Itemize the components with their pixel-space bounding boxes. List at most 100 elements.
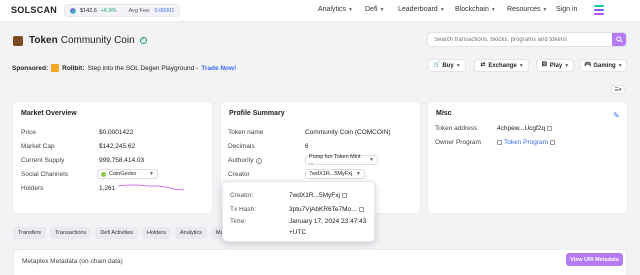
sponsor-brand: Rollbit:: [62, 64, 85, 72]
menu-bar: [594, 9, 604, 11]
decimals-value: 6: [305, 143, 309, 150]
holders-sparkline: [118, 184, 184, 191]
metaplex-metadata-card: Metaplex Metadata (on-chain data) View U…: [13, 249, 627, 275]
chevron-down-icon: ▼: [379, 6, 385, 13]
misc-card: Misc ✎ Token address 4chpew...Ucgf2q Own…: [427, 101, 628, 214]
creator-select[interactable]: 7wdX1R...5MyFxj ▼: [305, 169, 365, 179]
layout-toggle-icon[interactable]: ☰▾: [611, 85, 625, 94]
sol-price: $142.6: [80, 7, 97, 14]
chevron-down-icon: ▼: [348, 6, 353, 13]
card-title: Market Overview: [21, 110, 77, 117]
market-overview-card: Market Overview Price $0.0001422 Market …: [12, 101, 213, 214]
tab-transfers[interactable]: Transfers: [13, 227, 47, 239]
price-label: Price: [21, 129, 36, 136]
nav-label: Resources: [507, 6, 541, 13]
sol-price-pill: $142.6 +6.9% Avg Fee: 0.00001: [64, 4, 181, 17]
social-value: CoinGecko: [109, 171, 137, 177]
token-address-label: Token address: [435, 125, 478, 132]
search-input[interactable]: [434, 36, 626, 43]
nav-analytics[interactable]: Analytics ▼: [318, 6, 353, 13]
authority-label: Authority i: [228, 157, 262, 164]
copy-icon[interactable]: [358, 206, 364, 212]
nav-blockchain[interactable]: Blockchain ▼: [455, 6, 496, 13]
view-uri-metadata-button[interactable]: View URI Metadata: [566, 253, 623, 266]
coingecko-icon: [101, 171, 106, 177]
avg-fee-label: Avg Fee:: [128, 7, 151, 14]
gamepad-icon: 🎮: [584, 62, 592, 68]
tab-transactions[interactable]: Transactions: [50, 227, 92, 239]
authority-value: Pump fun Token Mint ...: [309, 154, 361, 166]
sponsored-banner: Sponsored: Rollbit: Step into the SOL De…: [12, 64, 236, 72]
nav-defi[interactable]: Defi ▼: [365, 6, 384, 13]
nav-label: Analytics: [318, 6, 347, 13]
buy-button[interactable]: 🛒 Buy ▼: [428, 59, 466, 72]
edit-icon[interactable]: ✎: [613, 111, 620, 120]
button-label: Exchange: [488, 62, 517, 69]
chevron-down-icon: ▼: [369, 157, 374, 163]
token-name: Community Coin: [60, 35, 135, 46]
sponsored-label: Sponsored:: [12, 64, 49, 72]
copy-icon[interactable]: [341, 192, 347, 198]
sol-change: +6.9%: [100, 7, 117, 14]
avg-fee-value: 0.00001: [154, 7, 175, 14]
tab-defi-activities[interactable]: Defi Activities: [95, 227, 139, 239]
sign-in-link[interactable]: Sign in: [556, 6, 577, 13]
supply-value: 999,758,414.03: [99, 157, 145, 164]
metaplex-title: Metaplex Metadata (on-chain data): [22, 258, 123, 265]
logo-text: SOLSCAN: [11, 5, 58, 15]
popup-time-label: Time:: [230, 218, 247, 225]
token-address-value: 4chpew...Ucgf2q: [497, 125, 553, 132]
exchange-button[interactable]: ⇄ Exchange ▼: [474, 59, 529, 72]
tab-analytics[interactable]: Analytics: [174, 227, 207, 239]
tab-holders[interactable]: Holders: [142, 227, 171, 239]
popup-creator-text: 7wdX1R...5MyFxj: [289, 192, 340, 199]
menu-bar: [594, 13, 604, 15]
card-title: Profile Summary: [229, 110, 285, 117]
nav-resources[interactable]: Resources ▼: [507, 6, 547, 13]
chevron-down-icon: ▼: [490, 6, 496, 13]
authority-select[interactable]: Pump fun Token Mint ... ▼: [305, 154, 378, 166]
social-label: Social Channels: [21, 171, 68, 178]
owner-program-link[interactable]: Token Program: [504, 139, 548, 146]
sponsor-text: Step into the SOL Degen Playground -: [87, 64, 199, 72]
tab-bar: Transfers Transactions Defi Activities H…: [13, 227, 229, 239]
chevron-down-icon: ▼: [518, 62, 524, 69]
nav-leaderboard[interactable]: Leaderboard ▼: [398, 6, 445, 13]
copy-icon[interactable]: [550, 139, 556, 145]
holders-value: 1,261: [99, 185, 116, 192]
authority-label-text: Authority: [228, 157, 254, 164]
rollbit-icon: [51, 64, 60, 72]
sponsor-cta-link[interactable]: Trade Now!: [201, 65, 236, 72]
sign-in-label: Sign in: [556, 6, 578, 13]
token-name-value: Community Coin (COMCOIN): [305, 129, 391, 136]
menu-bar: [594, 5, 604, 7]
search-button[interactable]: [612, 33, 626, 46]
creator-tooltip: Creator: 7wdX1R...5MyFxj Tx Hash: 3ptu7V…: [222, 181, 375, 242]
popup-time-value: January 17, 2024 23:47:43: [289, 218, 367, 225]
chevron-down-icon: ▼: [542, 6, 548, 13]
button-label: Gaming: [593, 62, 616, 69]
search-bar: [427, 32, 627, 47]
gaming-button[interactable]: 🎮 Gaming ▼: [580, 59, 627, 72]
price-value: $0.0001422: [99, 129, 134, 136]
menu-icon[interactable]: [594, 5, 604, 15]
popup-tx-value[interactable]: 3ptu7VjAbKR6Te7Mo...: [289, 206, 364, 213]
nav-label: Leaderboard: [398, 6, 438, 13]
chevron-down-icon: ▼: [149, 171, 154, 177]
owner-program-label: Owner Program: [435, 139, 481, 146]
exchange-icon: ⇄: [480, 62, 486, 68]
cart-icon: 🛒: [433, 62, 441, 68]
info-icon[interactable]: i: [255, 158, 262, 164]
popup-creator-value[interactable]: 7wdX1R...5MyFxj: [289, 192, 347, 199]
nav-label: Defi: [365, 6, 378, 13]
nav-label: Blockchain: [455, 6, 489, 13]
play-button[interactable]: ⚄ Play ▼: [536, 59, 574, 72]
owner-program-value: Token Program: [497, 139, 556, 146]
card-title: Misc: [436, 110, 452, 117]
copy-icon[interactable]: [547, 125, 553, 131]
program-icon: [497, 139, 502, 145]
social-channel-select[interactable]: CoinGecko ▼: [97, 169, 158, 179]
solscan-logo[interactable]: SOLSCAN: [11, 5, 57, 15]
holders-label: Holders: [21, 185, 44, 192]
page-title: Token Community Coin ✓: [29, 35, 147, 46]
